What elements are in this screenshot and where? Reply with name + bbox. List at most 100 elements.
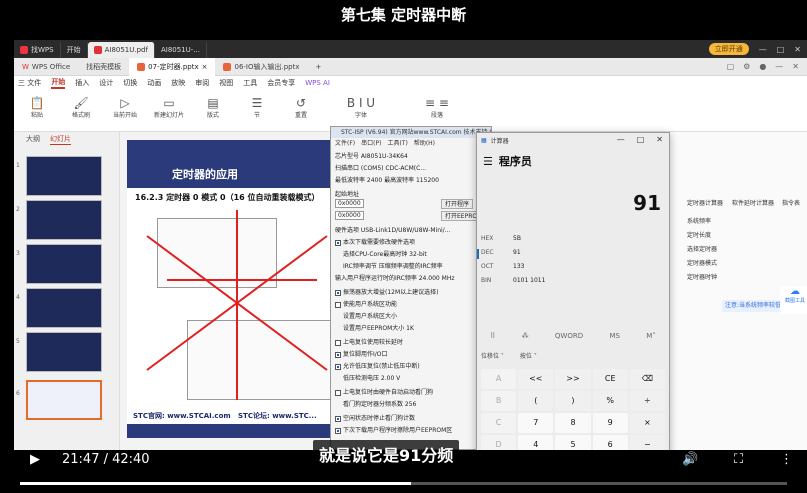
open-program-button[interactable]: 打开程序: [441, 199, 474, 209]
key-hex-a[interactable]: A: [481, 369, 517, 389]
key-hex-b[interactable]: B: [481, 391, 517, 411]
isp-menu-port[interactable]: 串口(P): [361, 138, 381, 148]
tab-delay-calc[interactable]: 软件延时计算器: [732, 198, 774, 207]
settings-icon[interactable]: ⚙: [743, 62, 750, 71]
play-icon[interactable]: ▶: [30, 452, 40, 467]
menu-member[interactable]: 会员专享: [267, 78, 295, 88]
key-percent[interactable]: %: [592, 391, 628, 411]
key-shift-left[interactable]: <<: [518, 369, 554, 389]
maximize-icon[interactable]: □: [637, 135, 645, 144]
bitwise-menu[interactable]: 位移位 ˅: [481, 351, 504, 360]
menu-home[interactable]: 开始: [51, 77, 66, 89]
key-hex-c[interactable]: C: [481, 413, 517, 433]
key-5[interactable]: 5: [555, 435, 591, 450]
window-icon[interactable]: ▢: [727, 62, 735, 71]
key-divide[interactable]: ÷: [629, 391, 665, 411]
avatar[interactable]: ●: [759, 62, 766, 71]
checkbox[interactable]: [335, 301, 341, 308]
close-icon[interactable]: ✕: [656, 135, 663, 144]
sys-area-size[interactable]: 设置用户系统区大小: [343, 311, 397, 320]
bit-toggle-icon[interactable]: ⁂: [522, 332, 529, 340]
key-6[interactable]: 6: [592, 435, 628, 450]
minimize-icon[interactable]: —: [617, 135, 625, 144]
doc-tab[interactable]: 06-IO输入输出.pptx: [215, 58, 307, 76]
scan-port[interactable]: 扫描串口 (COM5) CDC-ACM(C...: [335, 163, 426, 172]
browser-tab[interactable]: 找WPS: [14, 42, 61, 58]
more-options-icon[interactable]: ⋮: [780, 452, 793, 467]
checkbox[interactable]: [335, 363, 341, 370]
full-keypad-icon[interactable]: ⠿: [490, 332, 495, 340]
isp-menu-help[interactable]: 帮助(H): [414, 138, 435, 148]
layout-button[interactable]: ▤ 版式: [194, 96, 232, 131]
paste-button[interactable]: 📋 粘贴: [18, 96, 56, 131]
memory-button[interactable]: M˅: [646, 332, 656, 340]
irc-adjust[interactable]: IRC频率调节 压缩频率调整的IRC频率: [343, 261, 443, 270]
watchdog-prescaler[interactable]: 看门狗定时器分频系数 256: [343, 399, 416, 408]
key-minus[interactable]: −: [629, 435, 665, 450]
checkbox[interactable]: [335, 339, 341, 346]
screenshot-tool-widget[interactable]: ☁ 截图工具: [780, 286, 807, 314]
eeprom-address-field[interactable]: 0x0000: [335, 211, 364, 220]
format-painter-button[interactable]: 🖌 格式刷: [62, 96, 100, 131]
new-tab-button[interactable]: +: [308, 58, 330, 76]
chip-model[interactable]: 芯片型号 AI8051U-34K64: [335, 151, 408, 160]
maximize-icon[interactable]: □: [777, 45, 785, 54]
base-oct-row[interactable]: OCT 133: [481, 263, 524, 270]
isp-menu-tools[interactable]: 工具(T): [387, 138, 407, 148]
menu-insert[interactable]: 插入: [75, 78, 89, 88]
word-size-button[interactable]: QWORD: [555, 332, 583, 340]
tab-slides[interactable]: 幻灯片: [50, 134, 71, 145]
base-dec-row[interactable]: DEC 91: [481, 249, 521, 256]
browser-tab-active[interactable]: AI8051U.pdf: [87, 42, 155, 58]
browser-tab[interactable]: AI8051U-...: [155, 42, 207, 58]
fullscreen-icon[interactable]: ⛶: [734, 452, 743, 467]
close-icon[interactable]: ✕: [792, 62, 799, 71]
address-field[interactable]: 0x0000: [335, 199, 364, 208]
key-4[interactable]: 4: [518, 435, 554, 450]
close-icon[interactable]: ✕: [794, 45, 801, 54]
slide-thumbnail[interactable]: [26, 156, 102, 196]
key-hex-d[interactable]: D: [481, 435, 517, 450]
irc-frequency-input[interactable]: 输入用户程序运行时的IRC频率 24.000 MHz: [335, 273, 454, 282]
volume-icon[interactable]: 🔊: [682, 452, 698, 467]
key-shift-right[interactable]: >>: [555, 369, 591, 389]
close-tab-icon[interactable]: ×: [202, 63, 208, 71]
checkbox[interactable]: [335, 389, 341, 396]
checkbox[interactable]: [335, 239, 341, 246]
menu-file[interactable]: 三 文件: [18, 78, 41, 88]
wps-home-tab[interactable]: W WPS Office: [14, 58, 78, 76]
key-open-paren[interactable]: (: [518, 391, 554, 411]
slide-thumbnail[interactable]: [26, 200, 102, 240]
key-9[interactable]: 9: [592, 413, 628, 433]
key-7[interactable]: 7: [518, 413, 554, 433]
menu-tools[interactable]: 工具: [243, 78, 257, 88]
key-backspace[interactable]: ⌫: [629, 369, 665, 389]
tab-instruction[interactable]: 指令表: [782, 198, 800, 207]
checkbox[interactable]: [335, 289, 341, 296]
key-close-paren[interactable]: ): [555, 391, 591, 411]
slide-thumbnail[interactable]: [26, 332, 102, 372]
browser-tab[interactable]: 开始: [61, 42, 88, 58]
new-slide-button[interactable]: ▭ 新建幻灯片: [150, 96, 188, 131]
low-voltage-select[interactable]: 低压检测电压 2.00 V: [343, 373, 400, 382]
isp-menu-file[interactable]: 文件(F): [335, 138, 355, 148]
checkbox[interactable]: [335, 415, 341, 422]
vip-button[interactable]: 立即开通: [708, 43, 749, 55]
start-show-button[interactable]: ▷ 当前开始: [106, 96, 144, 131]
hardware-options-tabs[interactable]: 硬件选项 USB-Link1D/U8W/U8W-Mini/...: [335, 225, 450, 234]
memory-store-button[interactable]: MS: [609, 332, 619, 340]
menu-slideshow[interactable]: 放映: [171, 78, 185, 88]
slide-thumbnail[interactable]: [26, 288, 102, 328]
section-button[interactable]: ☰ 节: [238, 96, 276, 131]
tab-timer-calc[interactable]: 定时器计算器: [687, 198, 723, 207]
menu-animation[interactable]: 动画: [147, 78, 161, 88]
key-clear-entry[interactable]: CE: [592, 369, 628, 389]
template-tab[interactable]: 找稻壳模板: [78, 58, 129, 76]
checkbox[interactable]: [335, 351, 341, 358]
checkbox[interactable]: [335, 427, 341, 434]
key-8[interactable]: 8: [555, 413, 591, 433]
base-bin-row[interactable]: BIN 0101 1011: [481, 277, 545, 284]
reset-button[interactable]: ↺ 重置: [282, 96, 320, 131]
menu-view[interactable]: 视图: [219, 78, 233, 88]
menu-transition[interactable]: 切换: [123, 78, 137, 88]
